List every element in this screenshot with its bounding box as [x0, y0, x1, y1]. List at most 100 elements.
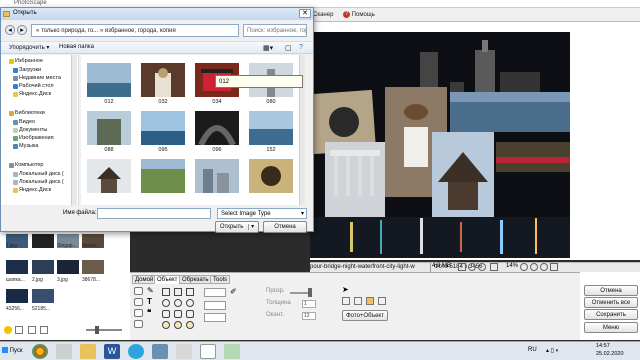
nav-item-drive-c[interactable]: Локальный диск (: [19, 171, 64, 177]
text-icon[interactable]: T: [147, 297, 152, 306]
nav-item-recent[interactable]: Недавние места: [19, 75, 61, 81]
nav-item-yandex-2[interactable]: Яндекс.Диск: [19, 187, 51, 193]
new-folder-button[interactable]: Новая папка: [59, 44, 94, 50]
photo-tool-icon[interactable]: [134, 287, 143, 295]
thumb-image[interactable]: [32, 289, 54, 303]
delete-icon[interactable]: [342, 297, 350, 305]
view-options-icon[interactable]: ▦▾: [263, 44, 273, 52]
zoom-reset-icon[interactable]: [540, 263, 548, 271]
nav-item-pictures[interactable]: Изображения: [19, 135, 54, 141]
photoscape-icon[interactable]: [200, 344, 216, 359]
nav-item-favorites[interactable]: Избранное: [15, 58, 43, 64]
square-icon[interactable]: [162, 288, 170, 296]
fit-icon[interactable]: [458, 263, 466, 271]
tray-icons[interactable]: ▴ ▯ ◐: [546, 347, 559, 354]
circle-icon[interactable]: [174, 299, 182, 307]
folder-icon[interactable]: [80, 344, 96, 359]
filetype-select[interactable]: Select Image Type ▾: [217, 208, 307, 219]
file-thumb[interactable]: [249, 159, 293, 193]
thickness-input[interactable]: 1: [302, 300, 316, 308]
open-button[interactable]: Открыть ▾: [215, 221, 259, 233]
file-thumb[interactable]: [141, 63, 185, 97]
photo-object-button[interactable]: Фото+Объект: [342, 310, 388, 321]
help-icon[interactable]: ?: [299, 44, 303, 51]
undo-all-button[interactable]: Отменить все: [584, 297, 638, 308]
file-thumb[interactable]: [195, 159, 239, 193]
file-thumb[interactable]: [249, 111, 293, 145]
chat-icon[interactable]: [134, 298, 143, 306]
nav-item-music[interactable]: Музыка: [19, 143, 38, 149]
app-icon[interactable]: [224, 344, 240, 359]
draw-icon[interactable]: ✎: [147, 286, 154, 295]
bring-front-icon[interactable]: [366, 297, 374, 305]
zoom-slider-handle[interactable]: [95, 326, 99, 334]
zoom-plus-icon[interactable]: [530, 263, 538, 271]
file-thumb[interactable]: [87, 63, 131, 97]
nav-item-libraries[interactable]: Библиотеки: [15, 110, 45, 116]
search-input[interactable]: Поиск: избранное, города, копия: [243, 24, 307, 37]
forward-icon[interactable]: ▸: [17, 25, 27, 35]
symbol-icon[interactable]: [134, 320, 143, 328]
view-icon[interactable]: [40, 326, 48, 334]
telegram-icon[interactable]: [128, 344, 144, 359]
language-indicator[interactable]: RU: [528, 347, 537, 353]
rounded-rect-icon[interactable]: [174, 310, 182, 318]
chrome-icon[interactable]: [32, 344, 48, 359]
menu-button[interactable]: Меню: [584, 322, 638, 333]
nav-item-computer[interactable]: Компьютер: [15, 162, 43, 168]
zoom-slider[interactable]: [86, 329, 122, 331]
rounded-rect-icon[interactable]: [162, 310, 170, 318]
rounded-rect-icon[interactable]: [186, 310, 194, 318]
line-color-picker[interactable]: [204, 301, 226, 310]
border-input[interactable]: 12: [302, 312, 316, 320]
copy-icon[interactable]: [354, 297, 362, 305]
tab-tools[interactable]: Tools: [210, 275, 231, 284]
menu-help[interactable]: ? Помощь: [340, 10, 378, 20]
undo-button[interactable]: Отмена: [584, 285, 638, 296]
tab-object[interactable]: Объект: [154, 275, 181, 284]
nav-item-desktop[interactable]: Рабочий стол: [19, 83, 54, 89]
opacity-slider-handle[interactable]: [308, 288, 312, 297]
circle-icon[interactable]: [162, 299, 170, 307]
quote-icon[interactable]: ❝: [147, 308, 151, 317]
color-circle-icon[interactable]: [186, 321, 194, 329]
filename-input[interactable]: [97, 208, 211, 219]
nav-item-yandex[interactable]: Яндекс.Диск: [19, 91, 51, 97]
preview-pane-icon[interactable]: ▢: [285, 44, 292, 52]
thumb-image[interactable]: [57, 260, 79, 274]
actual-size-icon[interactable]: [490, 263, 498, 271]
app-icon[interactable]: [152, 344, 168, 359]
zoom-minus-icon[interactable]: [520, 263, 528, 271]
back-icon[interactable]: ◂: [5, 25, 15, 35]
fill-color-picker[interactable]: [204, 288, 226, 297]
close-button[interactable]: ✕: [299, 9, 311, 18]
chevron-down-icon[interactable]: ▾: [248, 224, 255, 230]
color-circle-icon[interactable]: [174, 321, 182, 329]
nav-item-video[interactable]: Видео: [19, 119, 35, 125]
nav-item-downloads[interactable]: Загрузки: [19, 67, 41, 73]
nav-item-documents[interactable]: Документы: [19, 127, 47, 133]
favorite-icon[interactable]: [4, 326, 12, 334]
file-thumb[interactable]: [87, 111, 131, 145]
thumb-image[interactable]: [32, 260, 54, 274]
app-icon[interactable]: [176, 344, 192, 359]
sticker-icon[interactable]: [134, 309, 143, 317]
view-icon[interactable]: [28, 326, 36, 334]
zoom-out-icon[interactable]: [468, 263, 476, 271]
tab-crop[interactable]: Обрезать: [179, 275, 212, 284]
rotate-icon[interactable]: [550, 263, 558, 271]
select-arrow-icon[interactable]: ➤: [342, 285, 349, 294]
square-icon[interactable]: [186, 288, 194, 296]
nav-item-drive-d[interactable]: Локальный диск (: [19, 179, 64, 185]
start-button[interactable]: Пуск: [2, 344, 26, 359]
view-icon[interactable]: [15, 326, 23, 334]
send-back-icon[interactable]: [378, 297, 386, 305]
word-icon[interactable]: W: [104, 344, 120, 359]
thumb-image[interactable]: [82, 260, 104, 274]
file-thumb[interactable]: [87, 159, 131, 193]
file-manager-icon[interactable]: [56, 344, 72, 359]
file-thumb[interactable]: [195, 111, 239, 147]
zoom-in-icon[interactable]: [478, 263, 486, 271]
cancel-button[interactable]: Отмена: [263, 221, 307, 233]
organize-button[interactable]: Упорядочить ▾: [9, 44, 49, 51]
